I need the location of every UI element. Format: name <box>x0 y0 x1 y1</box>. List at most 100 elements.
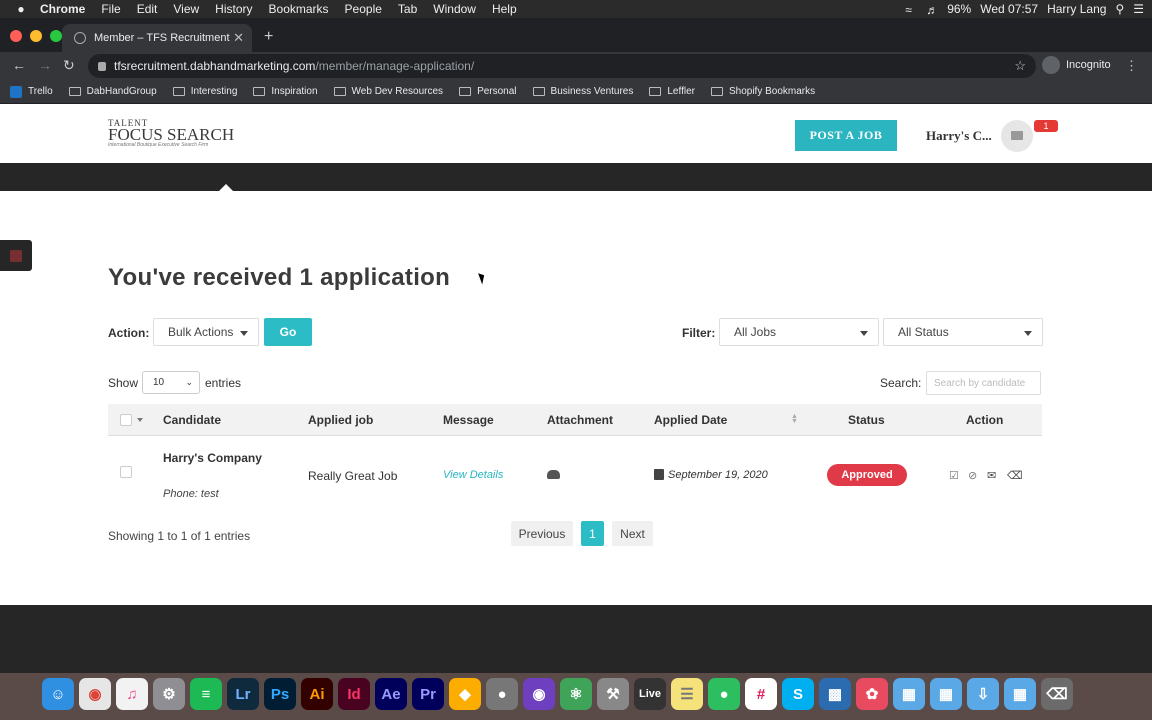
wifi-icon[interactable]: ≈ <box>905 3 917 17</box>
column-message[interactable]: Message <box>443 413 494 427</box>
reload-icon[interactable]: ↻ <box>63 57 75 74</box>
menu-bookmarks[interactable]: Bookmarks <box>261 0 337 18</box>
view-details-link[interactable]: View Details <box>443 469 503 481</box>
notification-center-icon[interactable]: ☰ <box>1133 2 1144 16</box>
email-icon[interactable]: ✉ <box>987 469 996 482</box>
illustrator-icon[interactable]: Ai <box>301 678 333 710</box>
clock[interactable]: Wed 07:57 <box>980 2 1038 16</box>
bookmark-folder[interactable]: Leffler <box>649 86 695 97</box>
menu-help[interactable]: Help <box>484 0 525 18</box>
filter-jobs-select[interactable]: All Jobs <box>719 318 879 346</box>
apple-icon[interactable]: ● <box>10 2 32 16</box>
trash-icon[interactable]: ⌫ <box>1007 469 1023 482</box>
site-logo[interactable]: TALENT FOCUS SEARCH International Boutiq… <box>108 119 234 149</box>
user-name-menu[interactable]: Harry Lang <box>1047 2 1106 16</box>
row-checkbox[interactable] <box>120 466 132 478</box>
bookmark-star-icon[interactable]: ☆ <box>1014 58 1026 74</box>
close-window-button[interactable] <box>10 30 22 42</box>
column-candidate[interactable]: Candidate <box>163 413 221 427</box>
downloads-folder-icon[interactable]: ⇩ <box>967 678 999 710</box>
approve-icon[interactable]: ☑ <box>949 469 959 482</box>
applications-folder-icon[interactable]: ▦ <box>893 678 925 710</box>
spotlight-icon[interactable]: ⚲ <box>1115 2 1124 16</box>
menu-app-name[interactable]: Chrome <box>32 0 93 18</box>
column-status[interactable]: Status <box>848 413 885 427</box>
reject-icon[interactable]: ⊘ <box>968 469 977 482</box>
close-tab-icon[interactable]: ✕ <box>233 30 244 46</box>
bookmark-folder[interactable]: Personal <box>459 86 517 97</box>
back-icon[interactable]: ← <box>12 57 26 73</box>
cloud-download-icon[interactable] <box>547 470 560 479</box>
evernote-icon[interactable]: ● <box>708 678 740 710</box>
filter-status-select[interactable]: All Status <box>883 318 1043 346</box>
desktop-folder-icon[interactable]: ▦ <box>1004 678 1036 710</box>
select-all-checkbox[interactable] <box>120 414 132 426</box>
setapp-icon[interactable]: ✿ <box>856 678 888 710</box>
page-length-select[interactable]: 10 ⌄ <box>142 371 200 394</box>
trash-bin-icon[interactable]: ⌫ <box>1041 678 1073 710</box>
menu-kebab-icon[interactable]: ⋮ <box>1125 58 1138 74</box>
candidate-search-input[interactable] <box>926 371 1041 395</box>
tableplus-icon[interactable]: ● <box>486 678 518 710</box>
menu-tab[interactable]: Tab <box>390 0 425 18</box>
menu-window[interactable]: Window <box>425 0 484 18</box>
github-desktop-icon[interactable]: ◉ <box>523 678 555 710</box>
next-page-button[interactable]: Next <box>612 521 653 546</box>
previous-page-button[interactable]: Previous <box>511 521 573 546</box>
premiere-icon[interactable]: Pr <box>412 678 444 710</box>
spotify-icon[interactable]: ≡ <box>190 678 222 710</box>
system-preferences-icon[interactable]: ⚙ <box>153 678 185 710</box>
forward-icon[interactable]: → <box>38 57 52 73</box>
menu-view[interactable]: View <box>165 0 207 18</box>
menu-file[interactable]: File <box>93 0 128 18</box>
bookmark-folder[interactable]: DabHandGroup <box>68 86 157 97</box>
go-button[interactable]: Go <box>264 318 312 346</box>
activity-monitor-icon[interactable]: ▩ <box>819 678 851 710</box>
finder-icon[interactable]: ☺ <box>42 678 74 710</box>
bookmark-trello[interactable]: Trello <box>10 85 53 98</box>
candidate-name[interactable]: Harry's Company <box>163 451 262 465</box>
page-1-button[interactable]: 1 <box>581 521 604 546</box>
address-bar[interactable]: tfsrecruitment.dabhandmarketing.com/memb… <box>88 54 1036 78</box>
column-applied-date[interactable]: Applied Date <box>654 413 727 427</box>
bookmark-folder[interactable]: Shopify Bookmarks <box>710 86 815 97</box>
ableton-live-icon[interactable]: Live <box>634 678 666 710</box>
menu-people[interactable]: People <box>337 0 390 18</box>
lightroom-icon[interactable]: Lr <box>227 678 259 710</box>
zoom-window-button[interactable] <box>50 30 62 42</box>
after-effects-icon[interactable]: Ae <box>375 678 407 710</box>
column-attachment[interactable]: Attachment <box>547 413 613 427</box>
documents-folder-icon[interactable]: ▦ <box>930 678 962 710</box>
battery-percent[interactable]: 96% <box>947 2 971 16</box>
notification-badge[interactable]: 1 <box>1034 120 1058 132</box>
new-tab-icon[interactable]: + <box>264 28 273 46</box>
notes-icon[interactable]: ☰ <box>671 678 703 710</box>
menu-edit[interactable]: Edit <box>129 0 166 18</box>
minimize-window-button[interactable] <box>30 30 42 42</box>
bookmark-folder[interactable]: Interesting <box>172 86 237 97</box>
incognito-indicator[interactable]: Incognito <box>1042 56 1111 74</box>
menu-history[interactable]: History <box>207 0 260 18</box>
column-applied-job[interactable]: Applied job <box>308 413 373 427</box>
skype-icon[interactable]: S <box>782 678 814 710</box>
post-job-button[interactable]: POST A JOB <box>795 120 897 151</box>
photoshop-icon[interactable]: Ps <box>264 678 296 710</box>
sketch-icon[interactable]: ◆ <box>449 678 481 710</box>
select-all-dropdown-icon[interactable] <box>137 418 143 422</box>
avatar[interactable] <box>1001 120 1033 152</box>
sort-icon[interactable]: ▲ ▼ <box>791 413 798 425</box>
column-action[interactable]: Action <box>966 413 1003 427</box>
volume-icon[interactable]: ♬ <box>926 3 938 17</box>
itunes-icon[interactable]: ♫ <box>116 678 148 710</box>
slack-icon[interactable]: # <box>745 678 777 710</box>
side-widget-tab[interactable] <box>0 240 32 271</box>
indesign-icon[interactable]: Id <box>338 678 370 710</box>
chrome-icon[interactable]: ◉ <box>79 678 111 710</box>
bookmark-folder[interactable]: Business Ventures <box>532 86 633 97</box>
xcode-icon[interactable]: ⚒ <box>597 678 629 710</box>
bulk-actions-select[interactable]: Bulk Actions <box>153 318 259 346</box>
browser-tab[interactable]: Member – TFS Recruitment ✕ <box>62 24 252 52</box>
user-menu-name[interactable]: Harry's C... <box>926 128 992 144</box>
bookmark-folder[interactable]: Web Dev Resources <box>333 86 443 97</box>
atom-icon[interactable]: ⚛ <box>560 678 592 710</box>
